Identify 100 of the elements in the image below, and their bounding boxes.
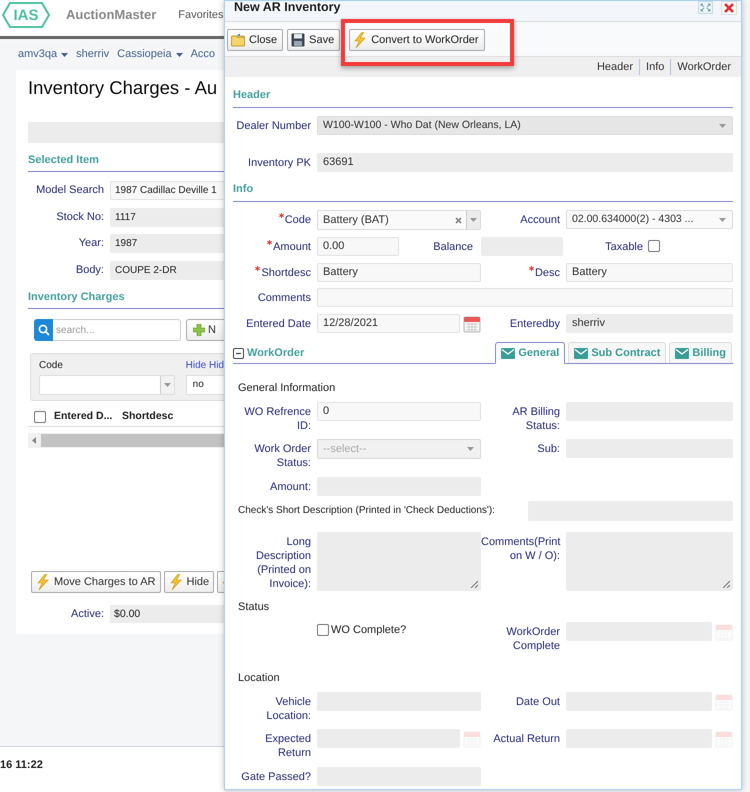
nav-link[interactable]: Acco: [190, 46, 216, 63]
action-button[interactable]: Move Charges to AR: [31, 571, 160, 593]
hexagon-icon: [2, 2, 50, 28]
search-field[interactable]: search...: [53, 319, 182, 341]
hide-select[interactable]: no: [186, 375, 224, 395]
field-label: Taxable: [605, 241, 643, 253]
field-label: Check's Short Description (Printed in 'Check Deductions'):: [238, 505, 495, 516]
select-field[interactable]: 02.00.634000(2) - 4303 ...: [566, 210, 733, 229]
footer-time: 16 11:22: [0, 758, 43, 773]
field-label: AR Billing Status:: [512, 406, 560, 432]
field-label: Comments(Print on W / O):: [481, 536, 560, 562]
text-field[interactable]: 1987 Cadillac Deville 1: [110, 181, 224, 200]
new-button[interactable]: N: [186, 319, 224, 341]
field-label: Amount: [273, 241, 311, 253]
checkbox[interactable]: [317, 624, 329, 636]
text-field[interactable]: Battery: [566, 263, 733, 282]
text-field[interactable]: 1987: [110, 234, 224, 253]
lightning-icon: [36, 574, 50, 590]
field-label: Date Out: [516, 696, 560, 708]
text-field[interactable]: sherriv: [566, 314, 733, 333]
text-field[interactable]: Battery: [317, 263, 481, 282]
close-icon[interactable]: [721, 1, 737, 15]
search-icon: [38, 324, 50, 336]
nav-link[interactable]: sherriv: [76, 46, 110, 63]
field-label: Expected Return: [265, 733, 311, 759]
field-label: Balance: [433, 241, 473, 253]
checkbox[interactable]: [34, 410, 46, 422]
field-label: Dealer Number: [236, 120, 311, 132]
text-field[interactable]: COUPE 2-DR: [110, 261, 224, 280]
field-label: Stock No:: [55, 210, 104, 226]
expand-icon[interactable]: [698, 1, 713, 14]
nav-link[interactable]: Cassiopeia: [117, 46, 183, 63]
field-label: Inventory PK: [248, 157, 311, 169]
field-label: Model Search: [35, 183, 104, 198]
caret-icon: [719, 124, 726, 128]
section-link[interactable]: Header: [596, 58, 634, 76]
section-link[interactable]: WorkOrder: [670, 58, 731, 76]
field-label: Gate Passed?: [241, 771, 311, 783]
filter-label: Code: [39, 359, 64, 373]
code-select[interactable]: [39, 375, 175, 395]
toolbar-button[interactable]: Save: [287, 29, 340, 51]
resize-grip-icon[interactable]: [722, 580, 730, 588]
text-field[interactable]: 63691: [317, 153, 733, 172]
search-button[interactable]: [34, 319, 54, 341]
logo-text: AuctionMaster: [66, 6, 156, 24]
clear-icon[interactable]: [455, 216, 462, 224]
calendar-icon[interactable]: [463, 314, 481, 332]
field-label: Long Description (Printed on Invoice):: [256, 536, 311, 590]
field-label: Shortdesc: [261, 267, 311, 279]
logo-mark: IAS: [13, 8, 38, 22]
field-label: WorkOrder Complete: [506, 626, 560, 652]
window-title: New AR Inventory: [234, 1, 341, 13]
section-heading: Info: [233, 180, 733, 202]
caret-icon: [164, 383, 171, 387]
date-field[interactable]: 12/28/2021: [317, 314, 460, 333]
checkbox-label: WO Complete?: [331, 623, 406, 638]
menu-link[interactable]: Favorites: [178, 6, 224, 24]
plus-icon: [193, 324, 206, 336]
section-heading: WorkOrder: [247, 346, 304, 361]
lightning-icon: [353, 32, 368, 48]
resize-grip-icon[interactable]: [470, 580, 478, 588]
field-label: Work Order Status:: [254, 443, 311, 469]
field-label: Active:: [70, 606, 104, 622]
field-label: Sub:: [537, 443, 560, 455]
text-field[interactable]: 1117: [110, 208, 224, 227]
field-label: Body:: [74, 263, 104, 278]
column-header[interactable]: Entered D...: [54, 408, 116, 424]
field-label: Vehicle Location:: [266, 696, 311, 722]
caret-icon: [467, 447, 474, 451]
nav-link[interactable]: amv3qa: [18, 46, 68, 63]
section-link[interactable]: Info: [639, 58, 664, 76]
checkbox[interactable]: [648, 240, 660, 252]
action-button[interactable]: Hide: [164, 571, 214, 593]
hide-link[interactable]: Hide Hid: [186, 359, 224, 373]
field-label: Account: [520, 214, 560, 226]
field-label: Amount:: [270, 481, 311, 493]
section-heading: Header: [233, 86, 733, 108]
caret-icon: [719, 218, 726, 222]
collapse-icon[interactable]: [233, 348, 244, 358]
select-field[interactable]: W100-W100 - Who Dat (New Orleans, LA): [317, 116, 733, 135]
field-label: Code: [284, 214, 311, 226]
text-field[interactable]: 0: [317, 402, 481, 421]
horizontal-scrollbar[interactable]: [28, 433, 224, 448]
subsection-heading: General Information: [238, 381, 336, 395]
lightning-icon: [168, 574, 182, 590]
toolbar-button[interactable]: Convert to WorkOrder: [349, 29, 485, 51]
toolbar-button[interactable]: Close: [227, 29, 284, 51]
field-label: Year:: [78, 236, 104, 252]
field-label: Comments: [258, 292, 311, 304]
column-header[interactable]: Shortdesc: [122, 408, 174, 424]
text-field[interactable]: [317, 288, 733, 307]
envelope-icon: [675, 348, 690, 358]
envelope-icon: [501, 348, 516, 358]
subsection-heading: Status: [238, 600, 270, 614]
combo-field[interactable]: Battery (BAT): [317, 210, 481, 230]
floppy-icon: [291, 33, 306, 47]
envelope-icon: [574, 348, 588, 358]
field-label: Desc: [534, 267, 560, 279]
text-field[interactable]: 0.00: [317, 237, 399, 256]
caret-icon: [61, 52, 68, 56]
